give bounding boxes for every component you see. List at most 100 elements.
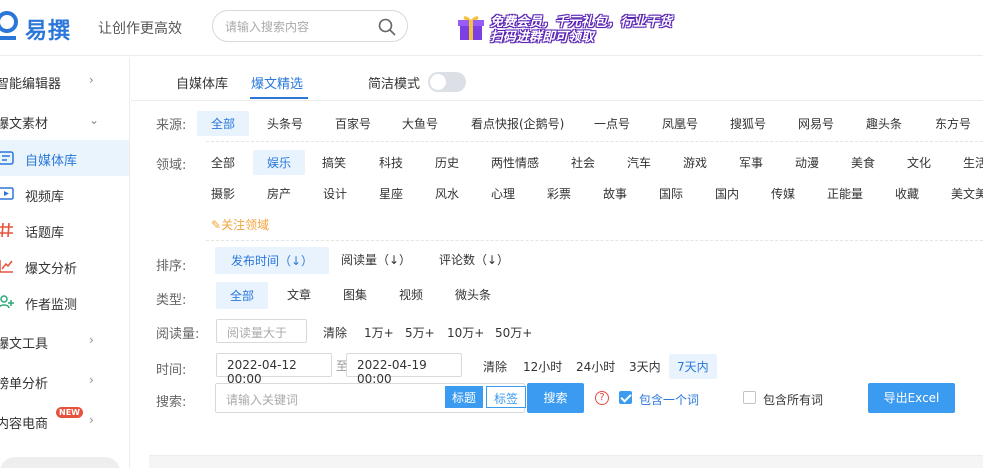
domain-chip[interactable]: 收藏 — [895, 185, 919, 202]
domain-chip[interactable]: 全部 — [211, 154, 235, 171]
domain-chip[interactable]: 摄影 — [211, 185, 235, 202]
sidebar-item-analysis[interactable]: 爆文分析 — [0, 248, 129, 284]
read-option[interactable]: 5万+ — [405, 324, 435, 341]
read-option[interactable]: 50万+ — [495, 324, 532, 341]
domain-chip[interactable]: 正能量 — [827, 185, 863, 202]
type-chip[interactable]: 图集 — [343, 286, 367, 303]
domain-chip[interactable]: 动漫 — [795, 154, 819, 171]
domain-chip[interactable]: 两性情感 — [491, 154, 539, 171]
source-chip[interactable]: 东方号 — [935, 115, 971, 132]
sidebar-item-video[interactable]: 视频库 — [0, 176, 129, 212]
chevron-right-icon: › — [89, 73, 94, 87]
contains-one-label[interactable]: 包含一个词 — [639, 391, 699, 408]
sort-chip[interactable]: 评论数（↓） — [439, 251, 509, 268]
domain-chip[interactable]: 心理 — [491, 185, 515, 202]
search-button[interactable]: 搜索 — [527, 383, 584, 413]
domain-chip[interactable]: 文化 — [907, 154, 931, 171]
sidebar-item-author-monitor[interactable]: 作者监测 — [0, 284, 129, 320]
time-option[interactable]: 3天内 — [629, 358, 661, 375]
domain-chip[interactable]: 传媒 — [771, 185, 795, 202]
sidebar-item-hot-tools[interactable]: 爆文工具 › — [0, 323, 129, 359]
time-option[interactable]: 7天内 — [669, 354, 717, 379]
search-icon[interactable] — [377, 17, 397, 37]
read-option[interactable]: 1万+ — [364, 324, 394, 341]
logo-icon[interactable] — [0, 10, 20, 42]
domain-chip[interactable]: 娱乐 — [253, 150, 306, 175]
sidebar-item-topic[interactable]: 话题库 — [0, 212, 129, 248]
tab-hot-picks[interactable]: 爆文精选 — [251, 73, 303, 92]
export-excel-button[interactable]: 导出Excel — [868, 383, 955, 413]
sidebar-item-label: 爆文素材 — [0, 117, 49, 132]
time-end-input[interactable]: 2022-04-19 00:00 — [346, 353, 462, 386]
read-option[interactable]: 清除 — [323, 324, 347, 341]
help-icon[interactable]: ? — [595, 391, 609, 405]
source-chip[interactable]: 搜狐号 — [730, 115, 766, 132]
type-chip[interactable]: 文章 — [287, 286, 311, 303]
domain-chip[interactable]: 科技 — [379, 154, 403, 171]
search-by-tag[interactable]: 标签 — [486, 386, 527, 408]
domain-chip[interactable]: 风水 — [435, 185, 459, 202]
tab-self-media[interactable]: 自媒体库 — [176, 73, 228, 92]
time-option[interactable]: 12小时 — [523, 358, 562, 375]
simple-mode-toggle[interactable] — [428, 72, 466, 92]
header-search[interactable] — [212, 10, 408, 42]
source-chip[interactable]: 百家号 — [335, 115, 371, 132]
domain-chip[interactable]: 美文美 — [951, 185, 983, 202]
source-chip[interactable]: 大鱼号 — [402, 115, 438, 132]
domain-chip[interactable]: 社会 — [571, 154, 595, 171]
promo-banner[interactable]: 免费会员，千元礼包，行业干货 扫码进群即可领取 — [456, 9, 686, 45]
source-chip[interactable]: 头条号 — [267, 115, 303, 132]
time-start-input[interactable]: 2022-04-12 00:00 — [216, 353, 332, 386]
domain-chip[interactable]: 生活 — [963, 154, 983, 171]
sidebar-item-label: 自媒体库 — [25, 154, 78, 169]
contains-one-checkbox[interactable] — [619, 391, 632, 404]
follow-domain-link[interactable]: ✎关注领域 — [211, 216, 269, 233]
domain-chip[interactable]: 汽车 — [627, 154, 651, 171]
source-chip[interactable]: 看点快报(企鹅号) — [471, 115, 564, 132]
header: 易撰 让创作更高效 免费会员，千元礼包，行业干货 扫码进群即可领取 — [0, 0, 983, 56]
read-count-label: 阅读量: — [156, 327, 200, 342]
search-by-title[interactable]: 标题 — [445, 386, 484, 408]
source-chip[interactable]: 全部 — [197, 111, 250, 136]
search-input[interactable] — [225, 18, 375, 35]
sort-chip[interactable]: 阅读量（↓） — [341, 251, 411, 268]
self-media-icon — [0, 151, 14, 165]
type-chip[interactable]: 微头条 — [455, 286, 491, 303]
logo-text[interactable]: 易撰 — [25, 13, 71, 45]
domain-chip[interactable]: 国内 — [715, 185, 739, 202]
domain-chip[interactable]: 搞笑 — [322, 154, 346, 171]
source-chip[interactable]: 趣头条 — [866, 115, 902, 132]
sidebar-item-ranking[interactable]: 榜单分析 › — [0, 363, 129, 399]
source-chip[interactable]: 凤凰号 — [662, 115, 698, 132]
source-chip[interactable]: 一点号 — [594, 115, 630, 132]
read-count-input[interactable]: 阅读量大于 — [216, 319, 307, 343]
video-icon — [0, 187, 14, 200]
sidebar-item-hot-material[interactable]: 爆文素材 ⌄ — [0, 103, 129, 139]
domain-chip[interactable]: 军事 — [739, 154, 763, 171]
domain-chip[interactable]: 房产 — [267, 185, 291, 202]
domain-chip[interactable]: 历史 — [435, 154, 459, 171]
type-chip[interactable]: 视频 — [399, 286, 423, 303]
sidebar-bottom-pill[interactable] — [0, 457, 120, 468]
domain-chip[interactable]: 设计 — [323, 185, 347, 202]
domain-chip[interactable]: 美食 — [851, 154, 875, 171]
contains-all-label[interactable]: 包含所有词 — [763, 391, 823, 408]
read-option[interactable]: 10万+ — [447, 324, 484, 341]
sidebar-item-label: 榜单分析 — [0, 377, 49, 392]
contains-all-checkbox[interactable] — [743, 391, 756, 404]
domain-chip[interactable]: 故事 — [603, 185, 627, 202]
domain-chip[interactable]: 彩票 — [547, 185, 571, 202]
domain-chip[interactable]: 游戏 — [683, 154, 707, 171]
sidebar-item-self-media[interactable]: 自媒体库 — [0, 140, 129, 176]
domain-chip[interactable]: 国际 — [659, 185, 683, 202]
time-option[interactable]: 清除 — [483, 358, 507, 375]
gift-icon — [458, 16, 484, 40]
sidebar-item-ecommerce[interactable]: 内容电商 NEW › — [0, 403, 129, 439]
sidebar-item-smart-editor[interactable]: 智能编辑器 › — [0, 63, 129, 99]
chevron-right-icon: › — [89, 373, 94, 387]
time-option[interactable]: 24小时 — [576, 358, 615, 375]
source-chip[interactable]: 网易号 — [798, 115, 834, 132]
sort-chip[interactable]: 发布时间（↓） — [215, 247, 330, 274]
domain-chip[interactable]: 星座 — [379, 185, 403, 202]
type-chip[interactable]: 全部 — [216, 282, 269, 309]
